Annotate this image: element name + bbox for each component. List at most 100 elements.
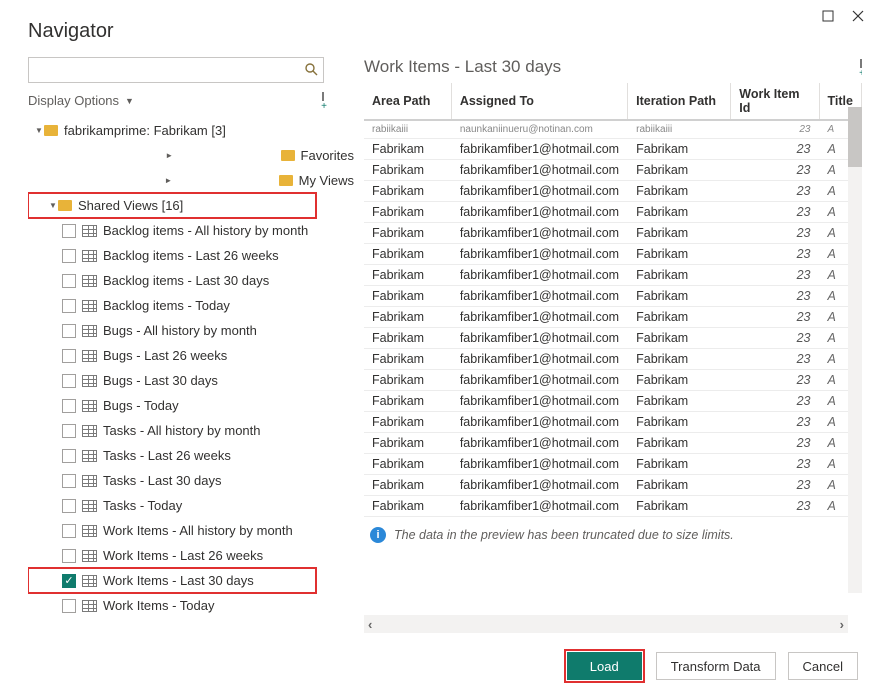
table-row[interactable]: Fabrikamfabrikamfiber1@hotmail.comFabrik… <box>364 391 862 412</box>
add-column-icon[interactable] <box>860 60 862 75</box>
table-cell: 23 <box>731 286 819 307</box>
expand-icon[interactable] <box>48 200 58 211</box>
column-header[interactable]: Work Item Id <box>731 83 819 120</box>
table-cell: 23 <box>731 328 819 349</box>
table-row[interactable]: Fabrikamfabrikamfiber1@hotmail.comFabrik… <box>364 160 862 181</box>
table-icon <box>82 375 97 387</box>
cancel-button[interactable]: Cancel <box>788 652 858 680</box>
tree-view-item[interactable]: Work Items - All history by month <box>28 518 354 543</box>
table-cell: rabiikaiii <box>364 120 451 139</box>
column-header[interactable]: Area Path <box>364 83 451 120</box>
table-cell: 23 <box>731 139 819 160</box>
checkbox[interactable] <box>62 474 76 488</box>
tree-view-item[interactable]: Work Items - Last 26 weeks <box>28 543 354 568</box>
table-cell: Fabrikam <box>628 202 731 223</box>
tree-folder[interactable]: Favorites <box>28 143 354 168</box>
tree-view-item[interactable]: Backlog items - Today <box>28 293 354 318</box>
table-cell: fabrikamfiber1@hotmail.com <box>451 391 627 412</box>
chevron-down-icon[interactable]: ▼ <box>125 96 134 106</box>
tree-view-item[interactable]: Backlog items - Last 30 days <box>28 268 354 293</box>
tree-view-item[interactable]: Bugs - Last 26 weeks <box>28 343 354 368</box>
tree-view-item[interactable]: Bugs - Last 30 days <box>28 368 354 393</box>
vertical-scrollbar[interactable] <box>848 107 862 593</box>
table-row[interactable]: Fabrikamfabrikamfiber1@hotmail.comFabrik… <box>364 307 862 328</box>
refresh-icon[interactable] <box>322 93 324 108</box>
tree-view-item[interactable]: Backlog items - Last 26 weeks <box>28 243 354 268</box>
table-icon <box>82 600 97 612</box>
table-row[interactable]: Fabrikamfabrikamfiber1@hotmail.comFabrik… <box>364 223 862 244</box>
tree-root[interactable]: fabrikamprime: Fabrikam [3] <box>28 118 354 143</box>
checkbox[interactable] <box>62 299 76 313</box>
table-cell: 23 <box>731 433 819 454</box>
table-cell: Fabrikam <box>628 307 731 328</box>
scroll-right-icon[interactable]: › <box>840 617 844 632</box>
load-button[interactable]: Load <box>567 652 642 680</box>
tree-view-item[interactable]: Tasks - Last 26 weeks <box>28 443 354 468</box>
tree-view-item[interactable]: Work Items - Today <box>28 593 354 618</box>
tree-view-item[interactable]: Bugs - All history by month <box>28 318 354 343</box>
tree-view-item[interactable]: Backlog items - All history by month <box>28 218 354 243</box>
table-row[interactable]: Fabrikamfabrikamfiber1@hotmail.comFabrik… <box>364 475 862 496</box>
tree-folder[interactable]: My Views <box>28 168 354 193</box>
checkbox[interactable] <box>62 274 76 288</box>
column-header[interactable]: Iteration Path <box>628 83 731 120</box>
scroll-left-icon[interactable]: ‹ <box>368 617 372 632</box>
close-icon[interactable] <box>852 10 864 22</box>
expand-icon[interactable] <box>34 125 44 136</box>
checkbox[interactable] <box>62 324 76 338</box>
horizontal-scrollbar[interactable]: ‹ › <box>364 615 848 633</box>
tree-view-item[interactable]: Tasks - Last 30 days <box>28 468 354 493</box>
checkbox[interactable] <box>62 424 76 438</box>
table-row[interactable]: Fabrikamfabrikamfiber1@hotmail.comFabrik… <box>364 454 862 475</box>
checkbox[interactable] <box>62 449 76 463</box>
display-options-dropdown[interactable]: Display Options <box>28 93 119 108</box>
tree-view-item[interactable]: Bugs - Today <box>28 393 354 418</box>
table-cell: Fabrikam <box>628 349 731 370</box>
table-row[interactable]: Fabrikamfabrikamfiber1@hotmail.comFabrik… <box>364 202 862 223</box>
tree-folder-shared-views[interactable]: Shared Views [16] <box>28 193 316 218</box>
table-cell: Fabrikam <box>364 223 451 244</box>
expand-icon[interactable] <box>58 176 279 185</box>
table-icon <box>82 525 97 537</box>
table-row[interactable]: Fabrikamfabrikamfiber1@hotmail.comFabrik… <box>364 286 862 307</box>
table-cell: Fabrikam <box>364 412 451 433</box>
checkbox[interactable]: ✓ <box>62 574 76 588</box>
table-cell: fabrikamfiber1@hotmail.com <box>451 475 627 496</box>
table-row[interactable]: Fabrikamfabrikamfiber1@hotmail.comFabrik… <box>364 496 862 517</box>
checkbox[interactable] <box>62 599 76 613</box>
table-row[interactable]: Fabrikamfabrikamfiber1@hotmail.comFabrik… <box>364 139 862 160</box>
search-input[interactable] <box>28 57 324 83</box>
checkbox[interactable] <box>62 249 76 263</box>
checkbox[interactable] <box>62 549 76 563</box>
table-row[interactable]: rabiikaiiinaunkaniinueru@notinan.comrabi… <box>364 120 862 139</box>
table-cell: Fabrikam <box>364 244 451 265</box>
checkbox[interactable] <box>62 349 76 363</box>
table-row[interactable]: Fabrikamfabrikamfiber1@hotmail.comFabrik… <box>364 328 862 349</box>
table-row[interactable]: Fabrikamfabrikamfiber1@hotmail.comFabrik… <box>364 181 862 202</box>
column-header[interactable]: Assigned To <box>451 83 627 120</box>
table-row[interactable]: Fabrikamfabrikamfiber1@hotmail.comFabrik… <box>364 370 862 391</box>
table-row[interactable]: Fabrikamfabrikamfiber1@hotmail.comFabrik… <box>364 265 862 286</box>
expand-icon[interactable] <box>58 151 281 160</box>
search-icon[interactable] <box>304 62 318 79</box>
table-row[interactable]: Fabrikamfabrikamfiber1@hotmail.comFabrik… <box>364 244 862 265</box>
table-cell: 23 <box>731 412 819 433</box>
table-row[interactable]: Fabrikamfabrikamfiber1@hotmail.comFabrik… <box>364 433 862 454</box>
checkbox[interactable] <box>62 524 76 538</box>
tree-view-item[interactable]: Tasks - Today <box>28 493 354 518</box>
table-cell: fabrikamfiber1@hotmail.com <box>451 454 627 475</box>
checkbox[interactable] <box>62 399 76 413</box>
navigator-tree: fabrikamprime: Fabrikam [3] FavoritesMy … <box>28 118 354 633</box>
checkbox[interactable] <box>62 224 76 238</box>
maximize-icon[interactable] <box>822 10 834 22</box>
tree-view-item[interactable]: ✓Work Items - Last 30 days <box>28 568 316 593</box>
table-row[interactable]: Fabrikamfabrikamfiber1@hotmail.comFabrik… <box>364 412 862 433</box>
tree-folder-label: Shared Views [16] <box>78 198 183 213</box>
tree-view-item[interactable]: Tasks - All history by month <box>28 418 354 443</box>
table-row[interactable]: Fabrikamfabrikamfiber1@hotmail.comFabrik… <box>364 349 862 370</box>
checkbox[interactable] <box>62 374 76 388</box>
transform-data-button[interactable]: Transform Data <box>656 652 776 680</box>
table-cell: naunkaniinueru@notinan.com <box>451 120 627 139</box>
checkbox[interactable] <box>62 499 76 513</box>
table-cell: fabrikamfiber1@hotmail.com <box>451 433 627 454</box>
